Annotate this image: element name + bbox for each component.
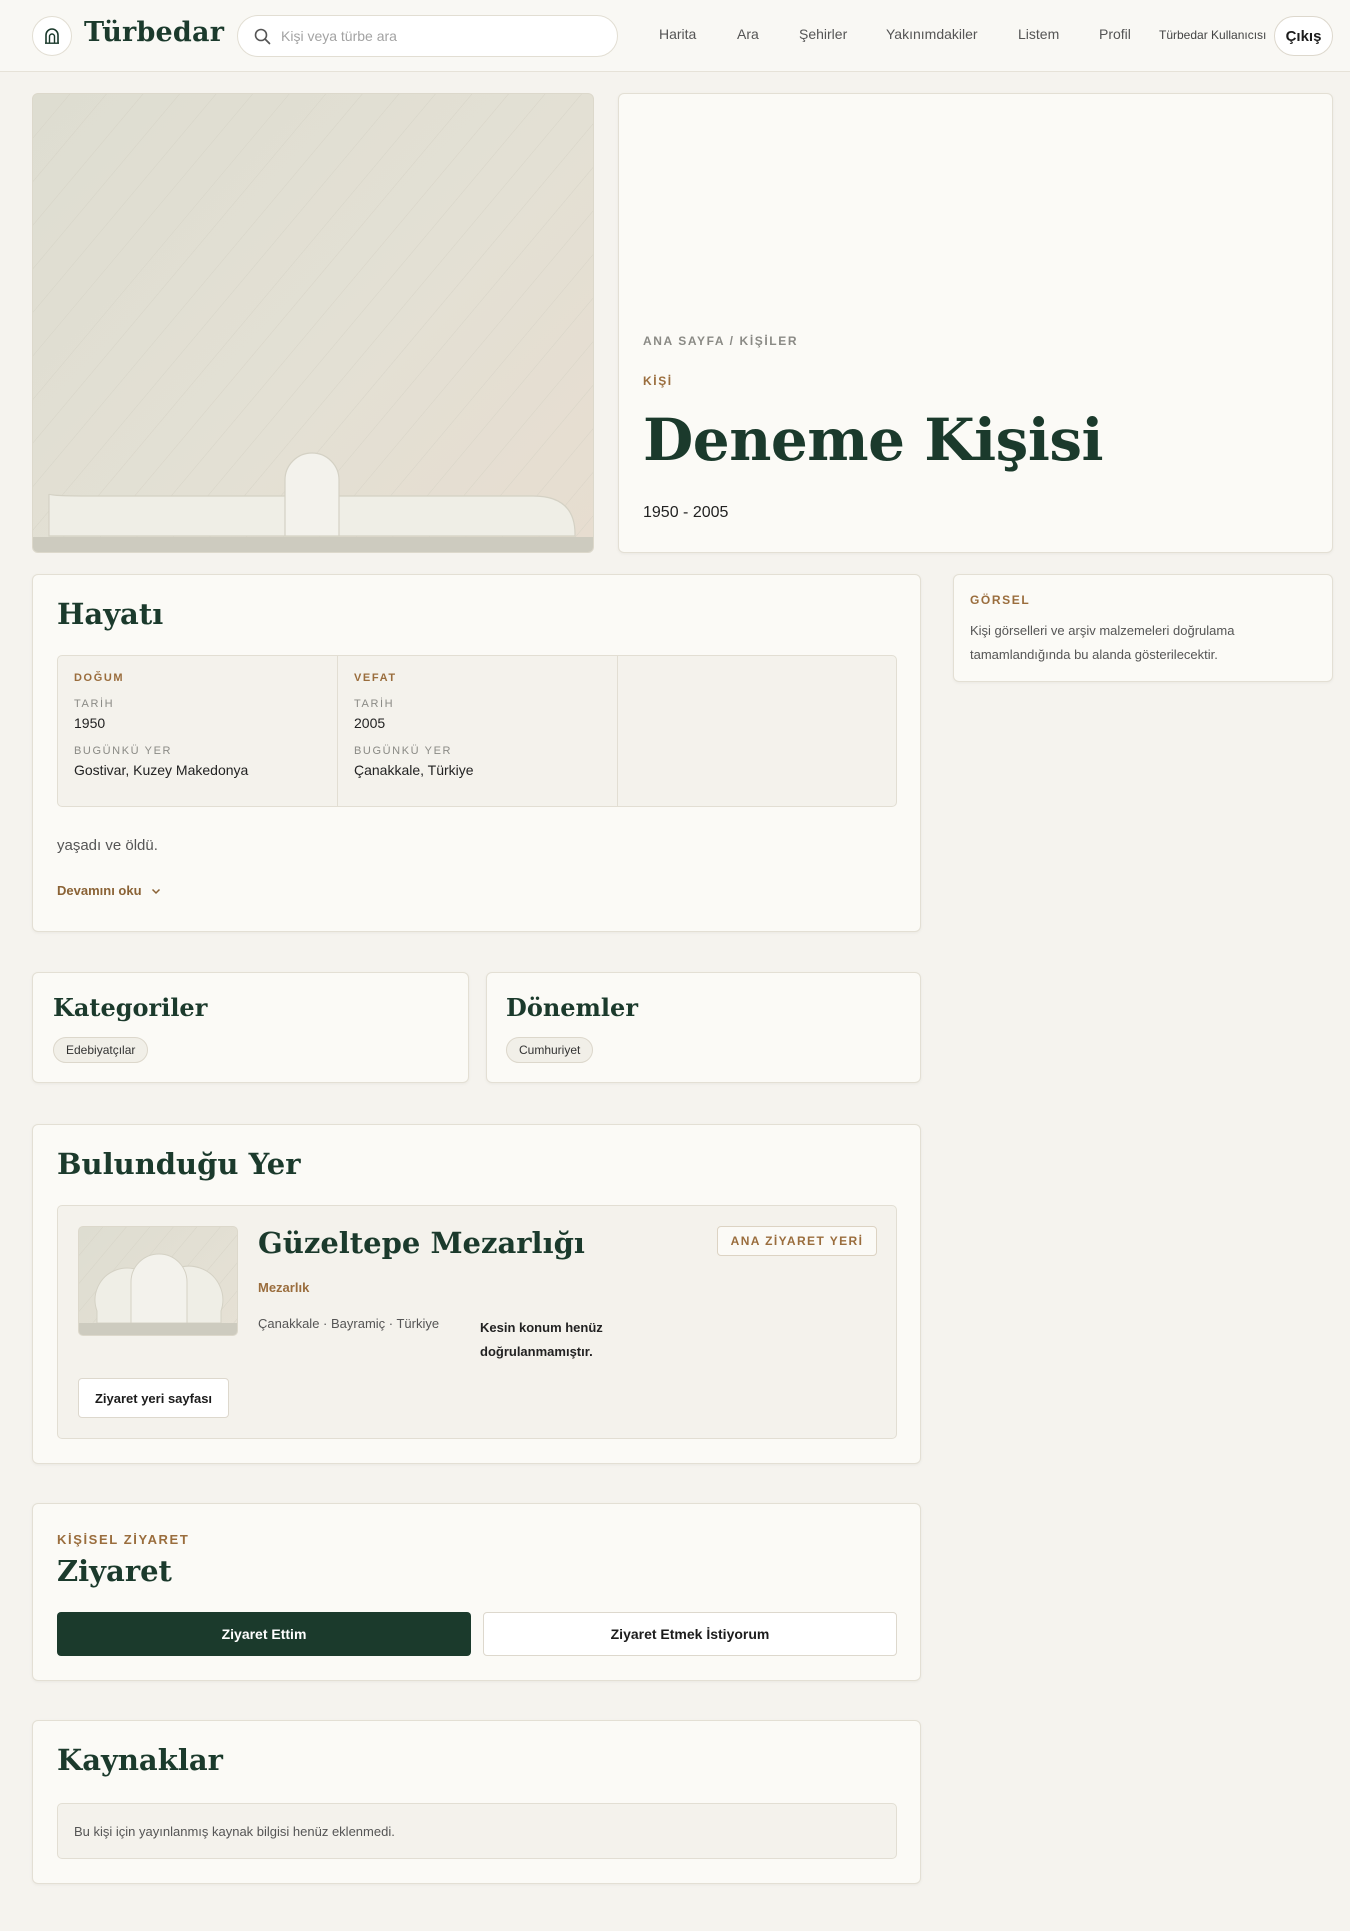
life-facts-table: DOĞUM TARİH 1950 BUGÜNKÜ YER Gostivar, K… <box>57 655 897 807</box>
birth-place-label: BUGÜNKÜ YER <box>74 745 173 757</box>
nav-listem[interactable]: Listem <box>1018 26 1059 42</box>
sources-card: Kaynaklar Bu kişi için yayınlanmış kayna… <box>32 1720 921 1884</box>
breadcrumb[interactable]: ANA SAYFA / KİŞİLER <box>643 334 798 348</box>
visit-card: KİŞİSEL ZİYARET Ziyaret Ziyaret Ettim Zi… <box>32 1503 921 1681</box>
nav-profil[interactable]: Profil <box>1099 26 1131 42</box>
chevron-down-icon <box>151 888 160 894</box>
death-heading: VEFAT <box>354 672 397 684</box>
death-place-label: BUGÜNKÜ YER <box>354 745 453 757</box>
periods-card: Dönemler Cumhuriyet <box>486 972 921 1083</box>
visual-info-text: Kişi görselleri ve arşiv malzemeleri doğ… <box>970 623 1235 662</box>
location-accuracy-note: Kesin konum henüz doğrulanmamıştır. <box>480 1320 603 1359</box>
visit-eyebrow: KİŞİSEL ZİYARET <box>57 1532 190 1547</box>
want-to-visit-button[interactable]: Ziyaret Etmek İstiyorum <box>483 1612 897 1656</box>
logo-badge[interactable] <box>32 16 72 56</box>
visual-info-heading: GÖRSEL <box>970 593 1031 607</box>
search-input[interactable] <box>281 28 601 44</box>
nav-sehirler[interactable]: Şehirler <box>799 26 847 42</box>
primary-visit-badge: ANA ZİYARET YERİ <box>717 1226 877 1256</box>
top-navigation-bar: Türbedar Harita Ara Şehirler Yakınımdaki… <box>0 0 1350 72</box>
categories-title: Kategoriler <box>53 993 208 1022</box>
read-more-label: Devamını oku <box>57 883 142 898</box>
birth-heading: DOĞUM <box>74 672 125 684</box>
death-place: Çanakkale, Türkiye <box>354 762 474 778</box>
place-thumbnail[interactable] <box>78 1226 238 1336</box>
read-more-link[interactable]: Devamını oku <box>57 883 162 898</box>
sources-title: Kaynaklar <box>57 1743 223 1777</box>
periods-title: Dönemler <box>506 993 638 1022</box>
person-header-card: ANA SAYFA / KİŞİLER KİŞİ Deneme Kişisi 1… <box>618 93 1333 553</box>
nav-harita[interactable]: Harita <box>659 26 696 42</box>
logout-button[interactable]: Çıkış <box>1274 16 1333 56</box>
visited-button[interactable]: Ziyaret Ettim <box>57 1612 471 1656</box>
life-years: 1950 - 2005 <box>643 504 729 521</box>
user-name: Türbedar Kullanıcısı <box>1159 28 1267 42</box>
nav-yakinimdakiler[interactable]: Yakınımdakiler <box>886 26 978 42</box>
tomb-arch-icon <box>45 28 59 44</box>
birth-column: DOĞUM TARİH 1950 BUGÜNKÜ YER Gostivar, K… <box>58 656 338 806</box>
birth-date: 1950 <box>74 715 106 731</box>
person-image-placeholder <box>32 93 594 553</box>
death-column: VEFAT TARİH 2005 BUGÜNKÜ YER Çanakkale, … <box>338 656 618 806</box>
birth-date-label: TARİH <box>74 698 115 710</box>
place-page-button[interactable]: Ziyaret yeri sayfası <box>78 1378 229 1418</box>
nav-ara[interactable]: Ara <box>737 26 759 42</box>
place-thumbnail-illustration <box>79 1227 237 1335</box>
death-date-label: TARİH <box>354 698 395 710</box>
visit-title: Ziyaret <box>57 1554 172 1588</box>
placeholder-illustration <box>33 94 593 552</box>
life-card: Hayatı DOĞUM TARİH 1950 BUGÜNKÜ YER Gost… <box>32 574 921 932</box>
empty-column <box>618 656 896 806</box>
person-name: Deneme Kişisi <box>643 406 1104 474</box>
place-address: Çanakkale · Bayramiç · Türkiye <box>258 1316 440 1331</box>
search-bar[interactable] <box>237 15 618 57</box>
category-tag[interactable]: Edebiyatçılar <box>53 1037 149 1063</box>
entity-type-label: KİŞİ <box>643 374 673 388</box>
place-type: Mezarlık <box>258 1280 310 1295</box>
life-summary: yaşadı ve öldü. <box>57 837 158 854</box>
visual-info-card: GÖRSEL Kişi görselleri ve arşiv malzemel… <box>953 574 1333 682</box>
place-item: Güzeltepe Mezarlığı Mezarlık Çanakkale ·… <box>57 1205 897 1439</box>
period-tag[interactable]: Cumhuriyet <box>506 1037 594 1063</box>
search-icon <box>254 28 271 44</box>
categories-card: Kategoriler Edebiyatçılar <box>32 972 469 1083</box>
brand-name[interactable]: Türbedar <box>84 17 224 48</box>
life-title: Hayatı <box>57 597 164 631</box>
sources-empty-state: Bu kişi için yayınlanmış kaynak bilgisi … <box>57 1803 897 1859</box>
categories-tag-list: Edebiyatçılar <box>53 1037 149 1063</box>
location-title: Bulunduğu Yer <box>57 1147 301 1181</box>
place-name[interactable]: Güzeltepe Mezarlığı <box>258 1226 585 1260</box>
periods-tag-list: Cumhuriyet <box>506 1037 594 1063</box>
death-date: 2005 <box>354 715 386 731</box>
location-card: Bulunduğu Yer Güzeltepe Mezarlığı Mezarl… <box>32 1124 921 1464</box>
birth-place: Gostivar, Kuzey Makedonya <box>74 762 249 778</box>
